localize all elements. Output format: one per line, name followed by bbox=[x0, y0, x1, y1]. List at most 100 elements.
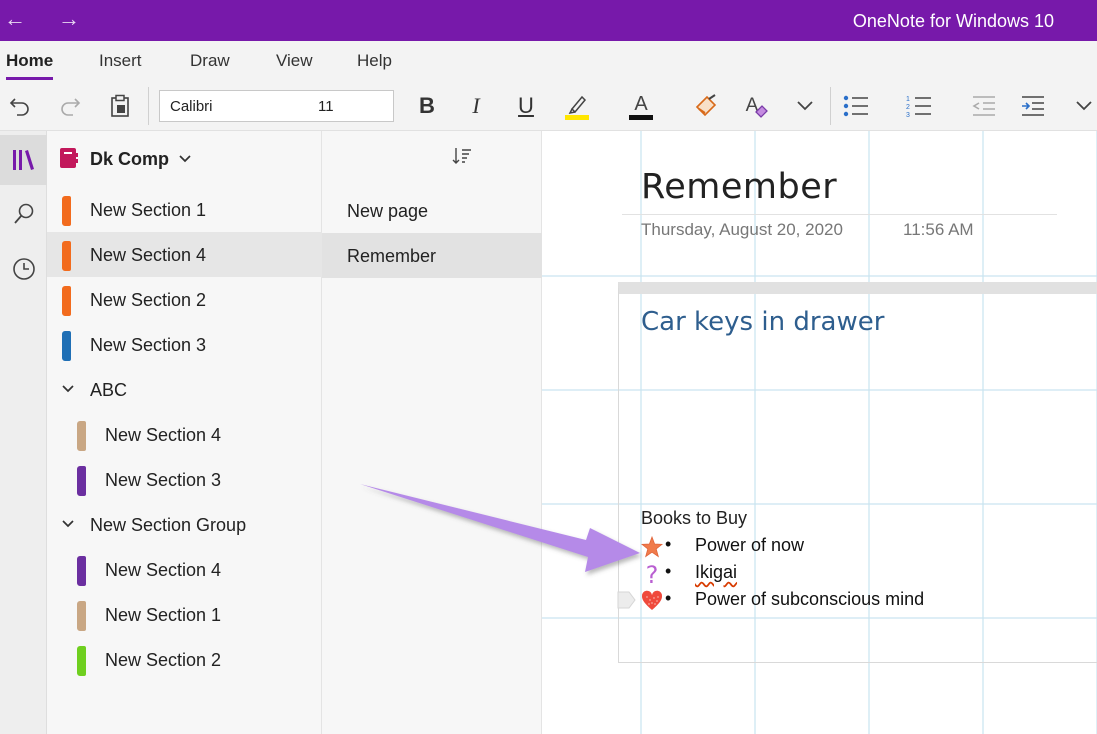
page-label: New page bbox=[347, 201, 429, 221]
bullet: • bbox=[665, 534, 672, 554]
paragraph-grip-icon[interactable] bbox=[617, 590, 636, 610]
list-item-text: Power of now bbox=[695, 535, 805, 555]
section-item[interactable]: New Section 1 bbox=[47, 592, 322, 637]
forward-arrow-icon[interactable]: → bbox=[58, 6, 80, 32]
list-item[interactable]: • Power of subconscious mind bbox=[641, 588, 1061, 614]
more-paragraph-chevron-icon[interactable] bbox=[1073, 91, 1095, 121]
section-color-tab bbox=[62, 241, 71, 271]
section-color-tab bbox=[77, 646, 86, 676]
list-title[interactable]: Books to Buy bbox=[641, 508, 747, 529]
page-item[interactable]: New page bbox=[322, 188, 542, 233]
chevron-down-icon[interactable] bbox=[62, 515, 74, 531]
section-label: New Section 3 bbox=[105, 470, 222, 490]
clipboard-icon[interactable] bbox=[106, 91, 134, 121]
section-group-label: ABC bbox=[90, 380, 128, 400]
ribbon-tabs: Home Insert Draw View Help bbox=[0, 41, 1097, 81]
section-label: New Section 2 bbox=[105, 650, 222, 670]
page-time: 11:56 AM bbox=[903, 220, 974, 239]
bullet-list-icon[interactable] bbox=[842, 91, 870, 121]
chevron-down-icon[interactable] bbox=[62, 380, 74, 396]
note-canvas[interactable]: Remember Thursday, August 20, 2020 11:56… bbox=[542, 131, 1097, 734]
tab-draw[interactable]: Draw bbox=[190, 51, 230, 71]
section-item[interactable]: New Section 4 bbox=[47, 412, 322, 457]
clear-formatting-icon[interactable]: A bbox=[740, 91, 770, 121]
font-name-field[interactable]: Calibri bbox=[170, 98, 213, 115]
section-label: New Section 1 bbox=[90, 200, 207, 220]
numbered-list-icon[interactable]: 123 bbox=[905, 91, 933, 121]
heart-tag-icon[interactable] bbox=[641, 589, 663, 613]
section-item-selected[interactable]: New Section 4 bbox=[47, 232, 322, 277]
section-item[interactable]: New Section 2 bbox=[47, 277, 322, 322]
page-label: Remember bbox=[347, 246, 437, 266]
question-tag-icon[interactable]: ? bbox=[641, 561, 663, 589]
more-formatting-chevron-icon[interactable] bbox=[794, 91, 816, 121]
section-label: New Section 4 bbox=[90, 245, 207, 265]
bold-button[interactable]: B bbox=[414, 91, 440, 121]
svg-text:1: 1 bbox=[906, 96, 910, 103]
search-icon[interactable] bbox=[0, 189, 47, 239]
note-heading[interactable]: Car keys in drawer bbox=[641, 307, 884, 337]
redo-icon[interactable] bbox=[56, 91, 84, 121]
font-size-field[interactable]: 11 bbox=[318, 98, 334, 115]
chevron-down-icon bbox=[179, 151, 191, 166]
tab-help[interactable]: Help bbox=[357, 51, 392, 71]
section-list: Dk Comp New Section 1 New Section 4 New … bbox=[47, 131, 322, 734]
section-item[interactable]: New Section 3 bbox=[47, 322, 322, 367]
section-color-tab bbox=[77, 421, 86, 451]
font-selector[interactable]: Calibri 11 bbox=[159, 90, 394, 122]
recent-clock-icon[interactable] bbox=[0, 244, 47, 294]
toolbar-divider bbox=[830, 87, 831, 125]
highlight-button[interactable] bbox=[562, 91, 592, 121]
toolbar-divider bbox=[148, 87, 149, 125]
section-label: New Section 4 bbox=[105, 560, 222, 580]
list-item[interactable]: ? • Ikigai bbox=[641, 561, 1061, 589]
page-item-selected[interactable]: Remember bbox=[322, 233, 542, 278]
section-item[interactable]: New Section 4 bbox=[47, 547, 322, 592]
underline-button[interactable]: U bbox=[513, 91, 539, 121]
list-item[interactable]: • Power of now bbox=[640, 534, 1061, 560]
font-color-button[interactable]: A bbox=[626, 91, 656, 121]
svg-text:2: 2 bbox=[906, 104, 910, 111]
section-color-tab bbox=[77, 601, 86, 631]
notebook-switcher[interactable]: Dk Comp bbox=[47, 131, 322, 187]
back-arrow-icon[interactable]: ← bbox=[4, 6, 26, 32]
section-label: New Section 4 bbox=[105, 425, 222, 445]
section-item[interactable]: New Section 3 bbox=[47, 457, 322, 502]
decrease-indent-icon[interactable] bbox=[970, 91, 998, 121]
page-date: Thursday, August 20, 2020 bbox=[641, 220, 843, 239]
section-group-abc[interactable]: ABC bbox=[47, 367, 322, 412]
increase-indent-icon[interactable] bbox=[1019, 91, 1047, 121]
section-group-label: New Section Group bbox=[90, 515, 247, 535]
section-color-tab bbox=[62, 196, 71, 226]
section-group-new-section-group[interactable]: New Section Group bbox=[47, 502, 322, 547]
bold-icon: B bbox=[419, 93, 435, 118]
section-color-tab bbox=[77, 466, 86, 496]
list-item-text: Ikigai bbox=[695, 562, 738, 582]
section-item[interactable]: New Section 1 bbox=[47, 187, 322, 232]
home-toolbar: Calibri 11 B I U A A 123 bbox=[0, 81, 1097, 131]
undo-icon[interactable] bbox=[6, 91, 34, 121]
svg-text:3: 3 bbox=[906, 112, 910, 118]
section-label: New Section 1 bbox=[105, 605, 222, 625]
notebooks-icon[interactable] bbox=[0, 135, 47, 185]
notebook-icon bbox=[60, 148, 78, 173]
list-item-text: Power of subconscious mind bbox=[695, 589, 925, 609]
page-title[interactable]: Remember bbox=[641, 167, 837, 207]
section-color-tab bbox=[77, 556, 86, 586]
italic-button[interactable]: I bbox=[463, 91, 489, 121]
section-color-tab bbox=[62, 331, 71, 361]
tab-home[interactable]: Home bbox=[6, 51, 54, 80]
tab-insert[interactable]: Insert bbox=[99, 51, 142, 71]
format-painter-icon[interactable] bbox=[691, 91, 721, 121]
sort-icon[interactable] bbox=[452, 146, 472, 171]
underline-icon: U bbox=[518, 93, 534, 118]
bullet: • bbox=[665, 561, 672, 581]
title-bar: ← → OneNote for Windows 10 bbox=[0, 0, 1097, 41]
tab-view[interactable]: View bbox=[276, 51, 313, 71]
star-tag-icon[interactable] bbox=[640, 535, 664, 559]
section-label: New Section 3 bbox=[90, 335, 207, 355]
section-item[interactable]: New Section 2 bbox=[47, 637, 322, 682]
section-color-tab bbox=[62, 286, 71, 316]
italic-icon: I bbox=[472, 93, 480, 118]
bullet: • bbox=[665, 588, 672, 608]
